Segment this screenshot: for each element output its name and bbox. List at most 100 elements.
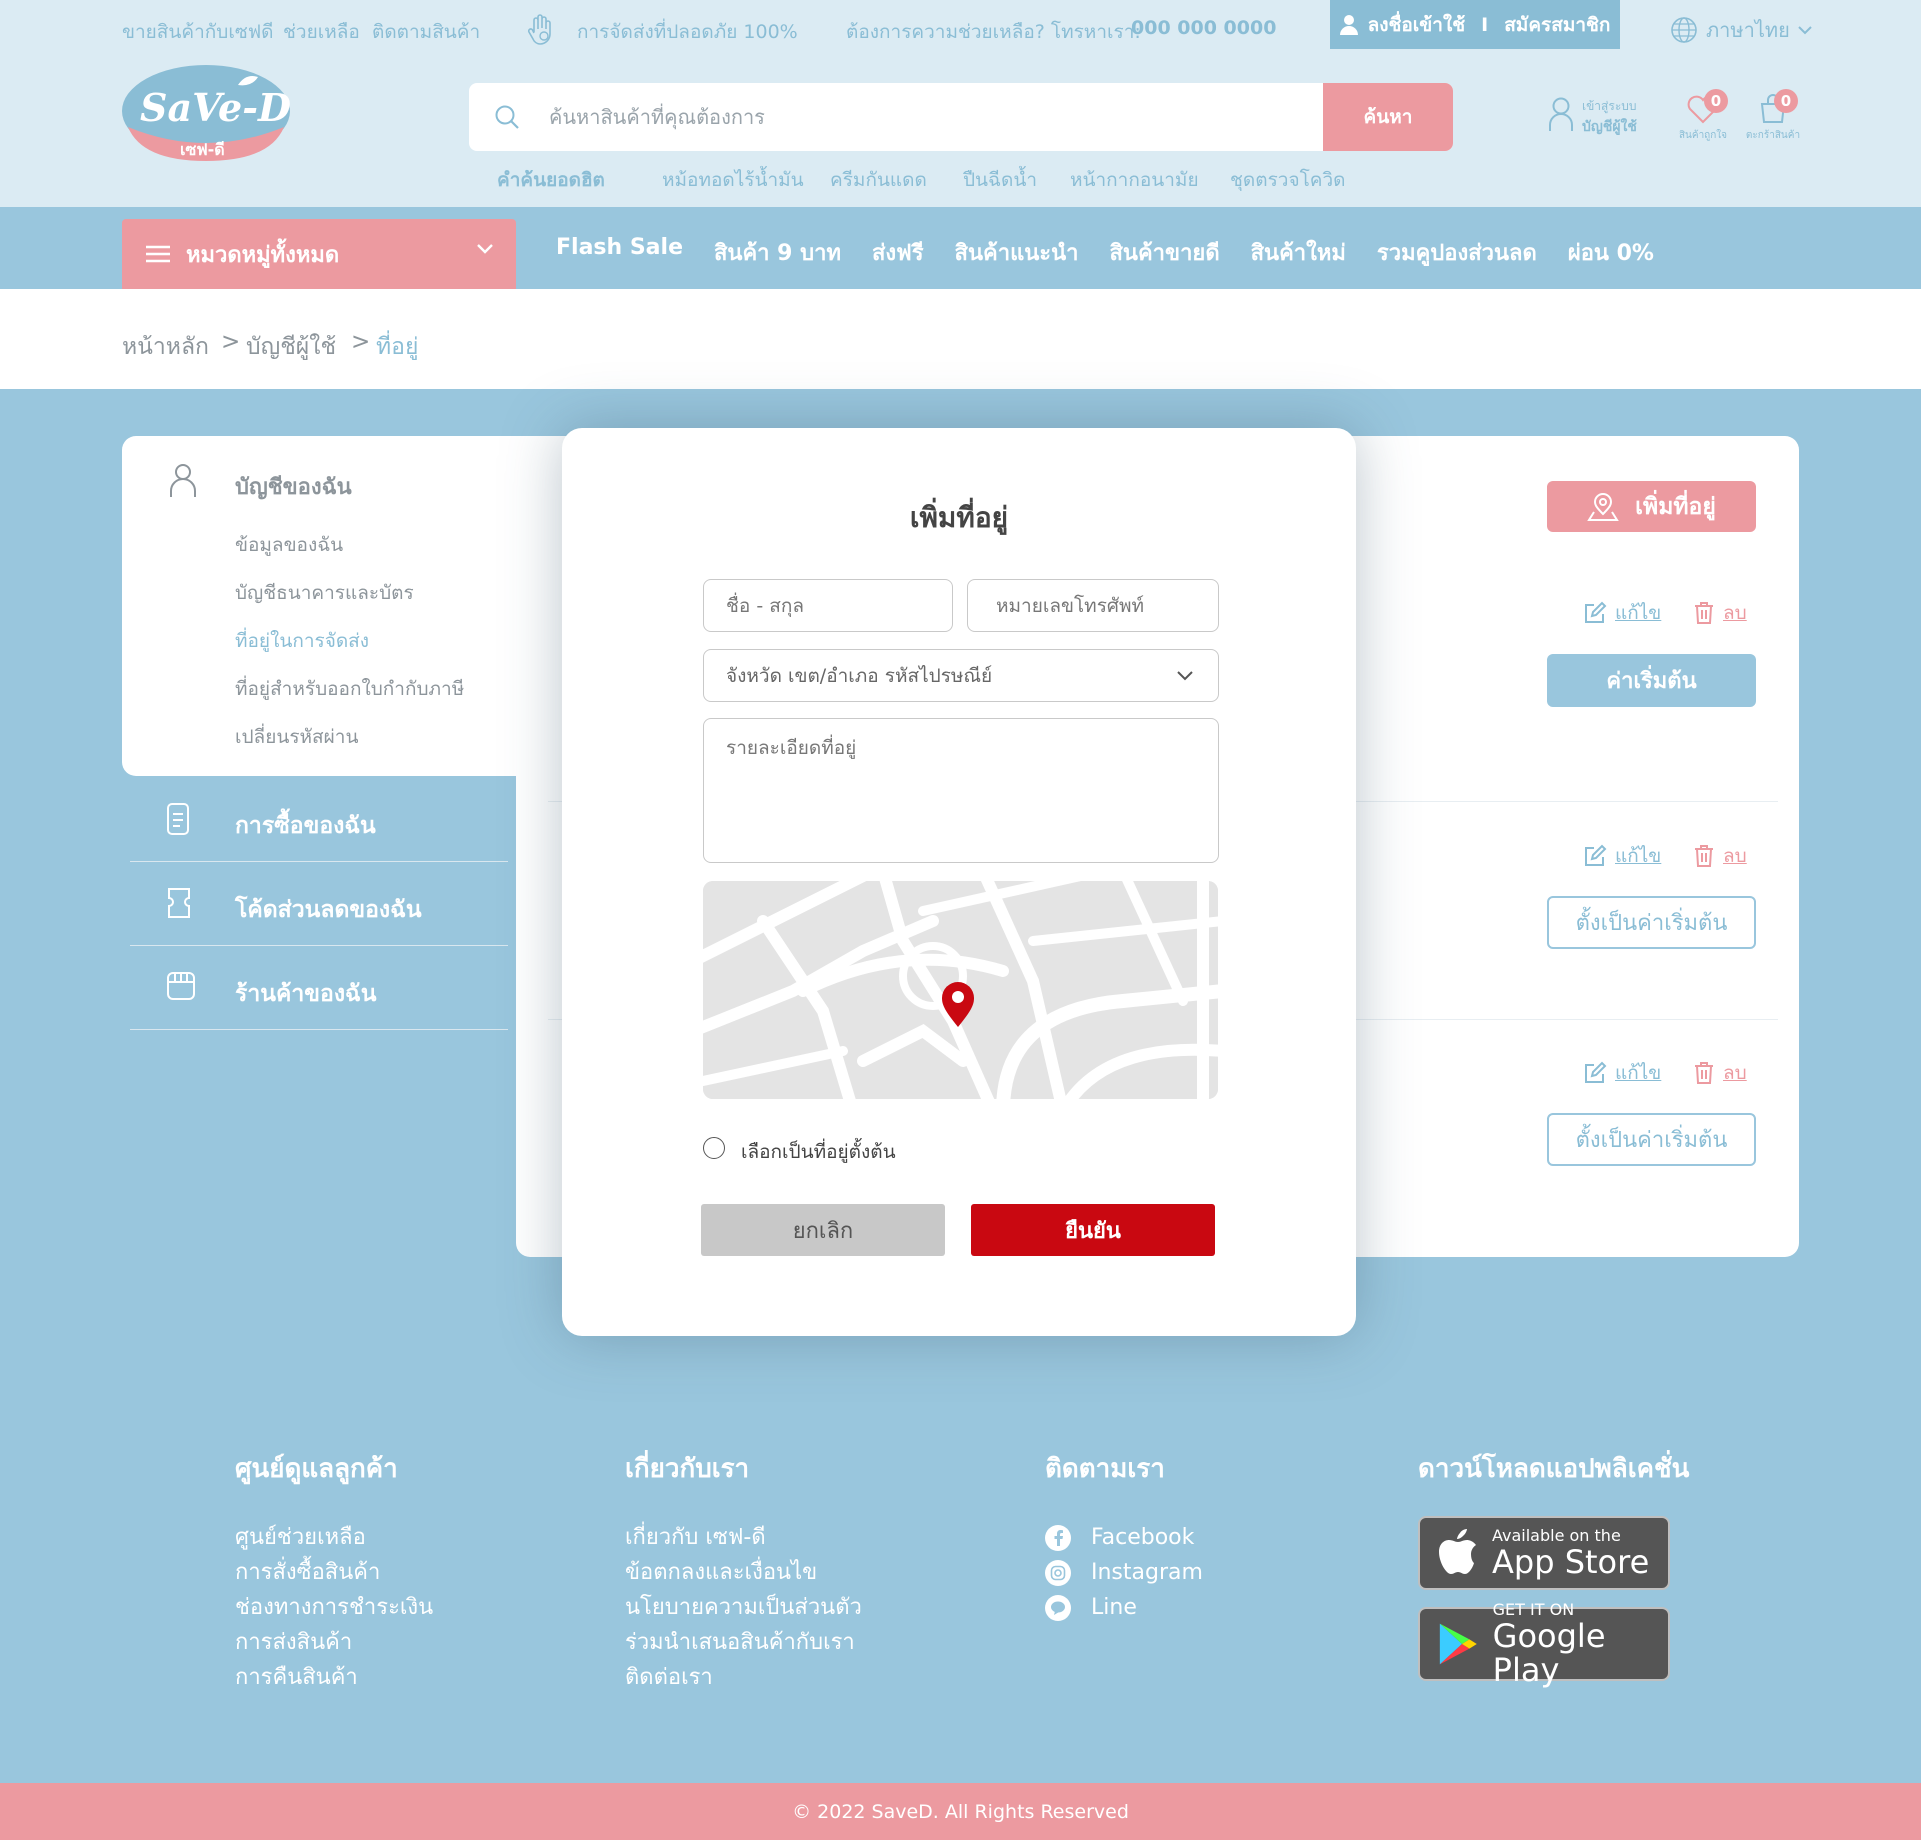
facebook-link[interactable]: Facebook [1045, 1520, 1203, 1555]
sidebar-account-title[interactable]: บัญชีของฉัน [235, 469, 352, 504]
chevron-down-icon [477, 244, 493, 254]
footer-link[interactable]: การส่งสินค้า [235, 1625, 433, 1660]
search-bar: ค้นหา [469, 83, 1453, 151]
edit-address-button[interactable]: แก้ไข [1583, 841, 1661, 871]
add-address-button[interactable]: เพิ่มที่อยู่ [1547, 481, 1756, 532]
sidebar-item-my-purchases[interactable]: การซื้อของฉัน [130, 778, 508, 862]
account-shortcut[interactable]: เข้าสู่ระบบ บัญชีผู้ใช้ [1548, 97, 1637, 138]
hot-search-term[interactable]: หม้อทอดไร้น้ำมัน [662, 165, 804, 195]
sidebar-item-my-shop[interactable]: ร้านค้าของฉัน [130, 946, 508, 1030]
line-label: Line [1091, 1595, 1137, 1620]
footer-link[interactable]: ช่องทางการชำระเงิน [235, 1590, 433, 1625]
line-link[interactable]: Line [1045, 1590, 1203, 1625]
coupon-icon [168, 888, 190, 918]
login-link[interactable]: ลงชื่อเข้าใช้ [1368, 10, 1466, 40]
hot-search-term[interactable]: ปืนฉีดน้ำ [963, 165, 1037, 195]
address-detail-field[interactable] [703, 718, 1219, 863]
nav-link-bestsellers[interactable]: สินค้าขายดี [1110, 235, 1220, 270]
user-icon [170, 464, 196, 497]
edit-label: แก้ไข [1615, 602, 1662, 624]
sidebar-item-bank-cards[interactable]: บัญชีธนาคารและบัตร [235, 578, 414, 608]
logo-thai-text: เซฟ-ดี [180, 140, 225, 159]
globe-icon [1671, 17, 1697, 43]
safe-hand-icon [527, 14, 551, 45]
footer-link[interactable]: การสั่งซื้อสินค้า [235, 1555, 433, 1590]
footer-link[interactable]: ข้อตกลงและเงื่อนไข [625, 1555, 862, 1590]
default-address-radio[interactable] [703, 1137, 725, 1159]
footer-social-list: Facebook Instagram Line [1045, 1520, 1203, 1625]
sidebar-item-my-coupons[interactable]: โค้ดส่วนลดของฉัน [130, 862, 508, 946]
search-button[interactable]: ค้นหา [1323, 83, 1453, 151]
trash-icon [1695, 1062, 1713, 1084]
hot-search-term[interactable]: หน้ากากอนามัย [1070, 165, 1199, 195]
breadcrumb-account[interactable]: บัญชีผู้ใช้ [246, 329, 336, 365]
set-default-button[interactable]: ตั้งเป็นค่าเริ่มต้น [1547, 896, 1756, 949]
site-logo[interactable]: SaVe-D เซฟ-ดี [120, 63, 292, 163]
help-link[interactable]: ช่วยเหลือ [283, 17, 360, 47]
track-order-link[interactable]: ติดตามสินค้า [372, 17, 480, 47]
nav-link-recommended[interactable]: สินค้าแนะนำ [955, 235, 1079, 270]
footer-link[interactable]: การคืนสินค้า [235, 1660, 433, 1695]
footer-customer-care-list: ศูนย์ช่วยเหลือ การสั่งซื้อสินค้า ช่องทาง… [235, 1520, 433, 1695]
default-address-radio-label[interactable]: เลือกเป็นที่อยู่ตั้งต้น [741, 1137, 896, 1167]
footer-link[interactable]: เกี่ยวกับ เซฟ-ดี [625, 1520, 862, 1555]
edit-address-button[interactable]: แก้ไข [1583, 598, 1661, 628]
sidebar-item-my-info[interactable]: ข้อมูลของฉัน [235, 530, 343, 560]
language-selector[interactable]: ภาษาไทย [1670, 14, 1812, 46]
site-header: ขายสินค้ากับเซฟดี ช่วยเหลือ ติดตามสินค้า… [0, 0, 1921, 207]
google-play-badge[interactable]: GET IT ON Google Play [1418, 1601, 1670, 1687]
apple-icon [1439, 1529, 1476, 1574]
help-phone-number[interactable]: 000 000 0000 [1131, 17, 1276, 39]
footer-link[interactable]: ศูนย์ช่วยเหลือ [235, 1520, 433, 1555]
phone-field[interactable] [967, 579, 1219, 632]
app-store-big-text: App Store [1492, 1543, 1650, 1581]
edit-label: แก้ไข [1615, 1062, 1662, 1084]
set-default-button[interactable]: ตั้งเป็นค่าเริ่มต้น [1547, 1113, 1756, 1166]
register-link[interactable]: สมัครสมาชิก [1504, 10, 1610, 40]
name-field[interactable] [703, 579, 953, 632]
shop-icon [167, 972, 195, 1000]
hot-search-term[interactable]: ครีมกันแดด [830, 165, 927, 195]
document-icon [167, 803, 189, 835]
add-address-label: เพิ่มที่อยู่ [1635, 493, 1716, 520]
nav-link-coupons[interactable]: รวมคูปองส่วนลด [1377, 235, 1537, 270]
nav-link-new-products[interactable]: สินค้าใหม่ [1251, 235, 1346, 270]
footer-follow-title: ติดตามเรา [1045, 1454, 1165, 1484]
footer-link[interactable]: ร่วมนำเสนอสินค้ากับเรา [625, 1625, 862, 1660]
sidebar-item-shipping-address[interactable]: ที่อยู่ในการจัดส่ง [235, 626, 369, 656]
hot-search-term[interactable]: ชุดตรวจโควิด [1230, 165, 1346, 195]
footer-link[interactable]: นโยบายความเป็นส่วนตัว [625, 1590, 862, 1625]
cancel-button[interactable]: ยกเลิก [701, 1204, 945, 1256]
default-address-badge: ค่าเริ่มต้น [1547, 654, 1756, 707]
delete-address-button[interactable]: ลบ [1693, 1058, 1747, 1088]
edit-address-button[interactable]: แก้ไข [1583, 1058, 1661, 1088]
nav-link-9-baht[interactable]: สินค้า 9 บาท [714, 235, 841, 270]
edit-icon [1585, 601, 1607, 623]
search-input[interactable] [549, 83, 1329, 151]
nav-link-flash-sale[interactable]: Flash Sale [556, 235, 683, 270]
delete-label: ลบ [1723, 1062, 1747, 1084]
footer-download-title: ดาวน์โหลดแอปพลิเคชั่น [1418, 1454, 1690, 1484]
breadcrumb-separator: > [351, 329, 371, 355]
app-store-badge[interactable]: Available on the App Store [1418, 1516, 1670, 1590]
location-map[interactable] [703, 881, 1218, 1099]
nav-link-free-shipping[interactable]: ส่งฟรี [872, 235, 924, 270]
region-select[interactable]: จังหวัด เขต/อำเภอ รหัสไปรษณีย์ [703, 649, 1219, 702]
sidebar-item-change-password[interactable]: เปลี่ยนรหัสผ่าน [235, 722, 358, 752]
all-categories-button[interactable]: หมวดหมู่ทั้งหมด [122, 219, 516, 289]
footer-about-title: เกี่ยวกับเรา [625, 1454, 750, 1484]
breadcrumb-home[interactable]: หน้าหลัก [122, 329, 209, 365]
footer-link[interactable]: ติดต่อเรา [625, 1660, 862, 1695]
sidebar-item-tax-address[interactable]: ที่อยู่สำหรับออกใบกำกับภาษี [235, 674, 464, 704]
confirm-button[interactable]: ยืนยัน [971, 1204, 1215, 1256]
delete-address-button[interactable]: ลบ [1693, 598, 1747, 628]
breadcrumb-separator: > [221, 329, 241, 355]
breadcrumb-current: ที่อยู่ [376, 334, 419, 360]
sell-with-us-link[interactable]: ขายสินค้ากับเซฟดี [122, 17, 274, 47]
location-pin-icon [942, 982, 974, 1027]
delete-label: ลบ [1723, 845, 1747, 867]
instagram-link[interactable]: Instagram [1045, 1555, 1203, 1590]
nav-link-installment[interactable]: ผ่อน 0% [1568, 235, 1654, 270]
delete-address-button[interactable]: ลบ [1693, 841, 1747, 871]
user-icon [1339, 14, 1358, 35]
